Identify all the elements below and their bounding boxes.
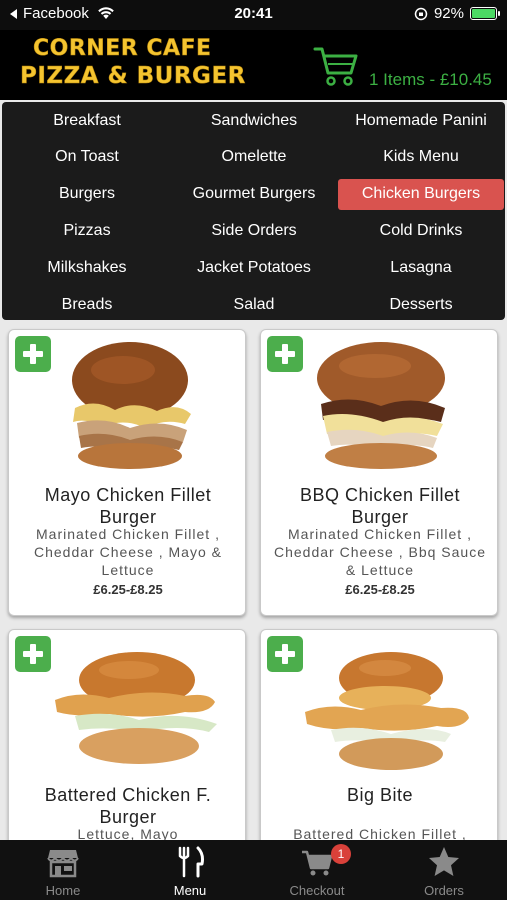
category-breakfast[interactable]: Breakfast	[27, 105, 147, 136]
product-description: Marinated Chicken Fillet , Cheddar Chees…	[34, 526, 222, 578]
category-pizzas[interactable]: Pizzas	[27, 215, 147, 246]
product-card[interactable]: BBQ Chicken Fillet Burger Marinated Chic…	[260, 329, 498, 616]
cart-icon	[302, 850, 333, 876]
tab-orders-label: Orders	[424, 883, 464, 898]
category-on-toast[interactable]: On Toast	[27, 142, 147, 173]
category-side-orders[interactable]: Side Orders	[179, 215, 329, 246]
product-image	[317, 342, 445, 469]
shopping-cart-icon[interactable]	[313, 44, 359, 88]
category-breads[interactable]: Breads	[27, 289, 147, 320]
category-chicken-burgers[interactable]: Chicken Burgers	[338, 178, 504, 210]
cart-summary[interactable]: 1 Items - £10.45	[369, 70, 492, 90]
category-homemade-panini[interactable]: Homemade Panini	[338, 105, 504, 136]
category-gourmet-burgers[interactable]: Gourmet Burgers	[179, 179, 329, 210]
category-desserts[interactable]: Desserts	[338, 289, 504, 320]
category-sandwiches[interactable]: Sandwiches	[179, 105, 329, 136]
logo-line-1: CORNER CAFE	[33, 36, 212, 61]
fork-knife-icon	[178, 846, 204, 878]
checkout-badge: 1	[331, 844, 351, 864]
category-menu: Breakfast Sandwiches Homemade Panini On Toa…	[2, 102, 505, 320]
orientation-lock-icon	[414, 7, 428, 20]
tab-menu[interactable]: Menu	[127, 840, 253, 900]
status-bar: Facebook 20:41 92%	[0, 0, 507, 30]
product-image	[72, 342, 191, 469]
tab-orders[interactable]: Orders	[381, 840, 507, 900]
product-description: Marinated Chicken Fillet , Cheddar Chees…	[273, 526, 486, 578]
plus-icon[interactable]	[267, 336, 303, 372]
category-burgers[interactable]: Burgers	[27, 179, 147, 210]
tab-home[interactable]: Home	[0, 840, 126, 900]
product-name: Big Bite	[346, 785, 414, 805]
tab-checkout-label: Checkout	[289, 883, 345, 898]
product-price: £6.25-£8.25	[345, 582, 415, 597]
app-screen: Facebook 20:41 92% CORNER CAFE PIZZA & B…	[0, 0, 507, 900]
tab-home-label: Home	[45, 883, 81, 898]
tab-bar: Home Menu Checkout Orders	[0, 840, 507, 900]
product-name: Battered Chicken F. Burger	[44, 785, 212, 827]
product-image	[305, 652, 469, 770]
product-card[interactable]: Battered Chicken F. Burger Lettuce, Mayo	[8, 629, 246, 859]
brand-logo[interactable]: CORNER CAFE PIZZA & BURGER	[20, 36, 246, 89]
product-card[interactable]: Big Bite Battered Chicken Fillet ,	[260, 629, 498, 859]
battery-percent: 92%	[433, 5, 464, 22]
category-omelette[interactable]: Omelette	[179, 142, 329, 173]
star-icon	[429, 847, 459, 876]
category-cold-drinks[interactable]: Cold Drinks	[338, 215, 504, 246]
plus-icon[interactable]	[267, 636, 303, 672]
battery-icon	[470, 7, 500, 20]
category-kids-menu[interactable]: Kids Menu	[338, 142, 504, 173]
status-right: 92%	[414, 5, 500, 22]
plus-icon[interactable]	[15, 636, 51, 672]
category-lasagna[interactable]: Lasagna	[338, 252, 504, 283]
store-icon	[47, 850, 79, 878]
category-salad[interactable]: Salad	[179, 289, 329, 320]
logo-line-2: PIZZA & BURGER	[20, 63, 246, 89]
app-header: CORNER CAFE PIZZA & BURGER 1 Items - £10…	[0, 30, 507, 100]
product-name: BBQ Chicken Fillet Burger	[299, 485, 461, 527]
plus-icon[interactable]	[15, 336, 51, 372]
tab-menu-label: Menu	[173, 883, 207, 898]
product-price: £6.25-£8.25	[93, 582, 163, 597]
product-name: Mayo Chicken Fillet Burger	[44, 485, 212, 527]
category-milkshakes[interactable]: Milkshakes	[27, 252, 147, 283]
tab-checkout[interactable]: Checkout	[254, 840, 380, 900]
product-card[interactable]: Mayo Chicken Fillet Burger Marinated Chi…	[8, 329, 246, 616]
product-image	[55, 652, 217, 764]
category-jacket-potatoes[interactable]: Jacket Potatoes	[179, 252, 329, 283]
